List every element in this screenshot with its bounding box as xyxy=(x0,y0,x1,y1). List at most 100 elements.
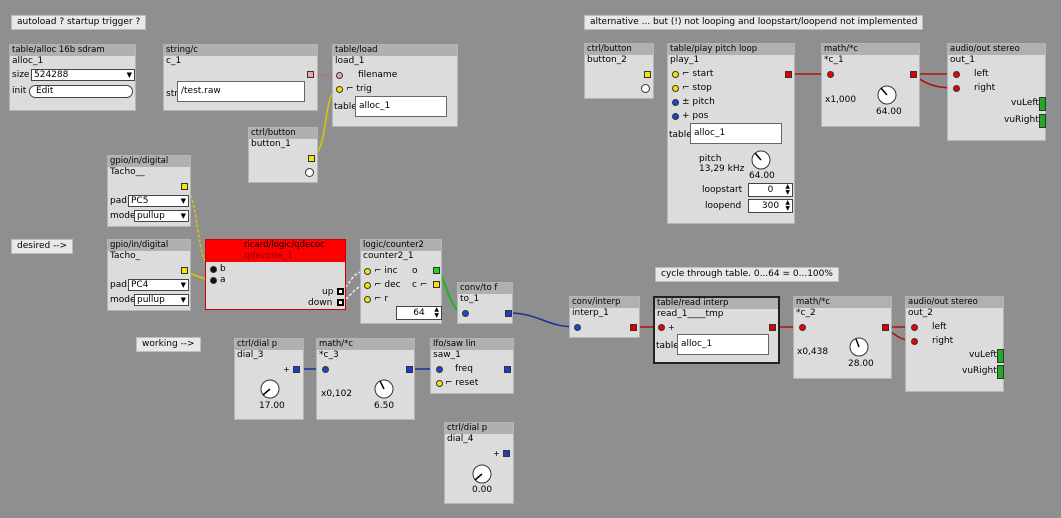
table-input[interactable]: alloc_1 xyxy=(690,123,782,144)
inlet-start[interactable] xyxy=(672,71,679,78)
object-dial-3[interactable]: ctrl/dial p dial_3 + 17.00 xyxy=(234,338,304,420)
object-title[interactable]: math/*c xyxy=(317,339,414,350)
object-conv-interp[interactable]: conv/interp interp_1 xyxy=(569,296,640,338)
object-title[interactable]: logic/counter2 xyxy=(361,240,441,251)
knob-icon[interactable] xyxy=(876,84,898,106)
inlet-pitch[interactable] xyxy=(672,99,679,106)
outlet-port[interactable] xyxy=(308,155,315,162)
object-title[interactable]: table/alloc 16b sdram xyxy=(10,45,135,56)
instance-name[interactable]: *c_3 xyxy=(317,350,414,361)
object-mathc-2[interactable]: math/*c *c_2 x0,438 28.00 xyxy=(793,296,892,379)
object-gpio-in-1[interactable]: gpio/in/digital Tacho__ pad PC5 ▼ mode pu… xyxy=(107,155,191,227)
inlet-left[interactable] xyxy=(911,324,918,331)
outlet-port[interactable] xyxy=(406,366,413,373)
inlet-freq[interactable] xyxy=(436,366,443,373)
pad-dropdown[interactable]: PC5 ▼ xyxy=(128,195,189,207)
instance-name[interactable]: to_1 xyxy=(458,294,512,305)
instance-name[interactable]: interp_1 xyxy=(570,308,639,319)
object-ctrl-button-1[interactable]: ctrl/button button_1 xyxy=(248,127,318,183)
instance-name[interactable]: c_1 xyxy=(164,56,317,67)
instance-name[interactable]: button_1 xyxy=(249,139,317,150)
inlet-right[interactable] xyxy=(953,85,960,92)
knob-icon[interactable] xyxy=(848,336,870,358)
edit-button[interactable]: Edit xyxy=(29,85,133,98)
inlet-pos[interactable] xyxy=(672,113,679,120)
outlet-port[interactable] xyxy=(910,71,917,78)
instance-name[interactable]: dial_4 xyxy=(445,434,513,445)
loopend-spinner[interactable]: 300 ▲ ▼ xyxy=(748,199,793,213)
instance-name[interactable]: play_1 xyxy=(668,55,794,66)
object-title[interactable]: audio/out stereo xyxy=(906,297,1003,308)
instance-name[interactable]: out_2 xyxy=(906,308,1003,319)
inlet-reset[interactable] xyxy=(436,380,443,387)
object-audio-out-2[interactable]: audio/out stereo out_2 left right vuLeft… xyxy=(905,296,1004,392)
outlet-o[interactable] xyxy=(433,267,440,274)
object-qdecode[interactable]: ricard/logic/qdecoc qdecode_1 b a up dow… xyxy=(205,239,346,310)
knob-icon[interactable] xyxy=(259,378,281,400)
instance-name[interactable]: *c_1 xyxy=(822,55,919,66)
object-title[interactable]: math/*c xyxy=(822,44,919,55)
object-table-read-interp[interactable]: table/read interp read_1____tmp + table … xyxy=(653,296,780,364)
object-title[interactable]: ricard/logic/qdecoc xyxy=(206,240,345,251)
object-mathc-3[interactable]: math/*c *c_3 x0,102 6.50 xyxy=(316,338,415,420)
outlet-port[interactable] xyxy=(505,310,512,317)
outlet-port[interactable] xyxy=(644,71,651,78)
inlet-port[interactable] xyxy=(574,324,581,331)
object-title[interactable]: table/load xyxy=(333,45,457,56)
button-led[interactable] xyxy=(305,168,314,177)
inlet-port[interactable] xyxy=(658,324,665,331)
inlet-a[interactable] xyxy=(210,277,217,284)
inlet-dec[interactable] xyxy=(364,282,371,289)
object-table-load[interactable]: table/load load_1 filename ⌐ trig table … xyxy=(332,44,458,127)
object-title[interactable]: ctrl/dial p xyxy=(445,423,513,434)
object-title[interactable]: table/play pitch loop xyxy=(668,44,794,55)
mode-dropdown[interactable]: pullup ▼ xyxy=(134,210,189,222)
inlet-inc[interactable] xyxy=(364,268,371,275)
outlet-up[interactable] xyxy=(337,288,344,295)
inlet-left[interactable] xyxy=(953,71,960,78)
outlet-port[interactable] xyxy=(504,366,511,373)
inlet-port[interactable] xyxy=(827,71,834,78)
knob-icon[interactable] xyxy=(373,378,395,400)
instance-name[interactable]: Tacho__ xyxy=(108,167,190,178)
object-counter2[interactable]: logic/counter2 counter2_1 ⌐ inc o ⌐ dec … xyxy=(360,239,442,324)
table-input[interactable]: alloc_1 xyxy=(355,96,447,117)
object-title[interactable]: conv/interp xyxy=(570,297,639,308)
object-lfo-saw[interactable]: lfo/saw lin saw_1 freq ⌐ reset xyxy=(430,338,514,394)
str-input[interactable]: /test.raw xyxy=(177,81,305,102)
outlet-port[interactable] xyxy=(630,324,637,331)
button-led[interactable] xyxy=(641,84,650,93)
mode-dropdown[interactable]: pullup ▼ xyxy=(134,294,189,306)
outlet-port[interactable] xyxy=(769,324,776,331)
outlet-c[interactable] xyxy=(433,281,440,288)
object-table-play-pitch-loop[interactable]: table/play pitch loop play_1 ⌐ start ⌐ s… xyxy=(667,43,795,224)
outlet-down[interactable] xyxy=(337,299,344,306)
maxvalue-spinner[interactable]: 64 ▲ ▼ xyxy=(396,306,442,320)
size-dropdown[interactable]: 524288 ▼ xyxy=(31,69,135,81)
object-title[interactable]: audio/out stereo xyxy=(948,44,1045,55)
pad-dropdown[interactable]: PC4 ▼ xyxy=(128,279,189,291)
inlet-port[interactable] xyxy=(322,366,329,373)
outlet-port[interactable] xyxy=(503,450,510,457)
outlet-port[interactable] xyxy=(293,366,300,373)
object-title[interactable]: ctrl/button xyxy=(249,128,317,139)
inlet-r[interactable] xyxy=(364,296,371,303)
object-table-alloc[interactable]: table/alloc 16b sdram alloc_1 size 52428… xyxy=(9,44,136,111)
object-ctrl-button-2[interactable]: ctrl/button button_2 xyxy=(584,43,654,99)
inlet-trig[interactable] xyxy=(336,86,343,93)
instance-name[interactable]: *c_2 xyxy=(794,308,891,319)
table-input[interactable]: alloc_1 xyxy=(677,334,769,355)
inlet-right[interactable] xyxy=(911,338,918,345)
object-title[interactable]: gpio/in/digital xyxy=(108,156,190,167)
object-title[interactable]: table/read interp xyxy=(655,298,778,309)
instance-name[interactable]: button_2 xyxy=(585,55,653,66)
object-title[interactable]: math/*c xyxy=(794,297,891,308)
object-title[interactable]: ctrl/button xyxy=(585,44,653,55)
object-gpio-in-2[interactable]: gpio/in/digital Tacho_ pad PC4 ▼ mode pul… xyxy=(107,239,191,311)
inlet-port[interactable] xyxy=(462,310,469,317)
object-string-c[interactable]: string/c c_1 str /test.raw xyxy=(163,44,318,111)
knob-icon[interactable] xyxy=(750,149,772,171)
object-title[interactable]: conv/to f xyxy=(458,283,512,294)
instance-name[interactable]: read_1____tmp xyxy=(655,309,778,320)
instance-name[interactable]: load_1 xyxy=(333,56,457,67)
